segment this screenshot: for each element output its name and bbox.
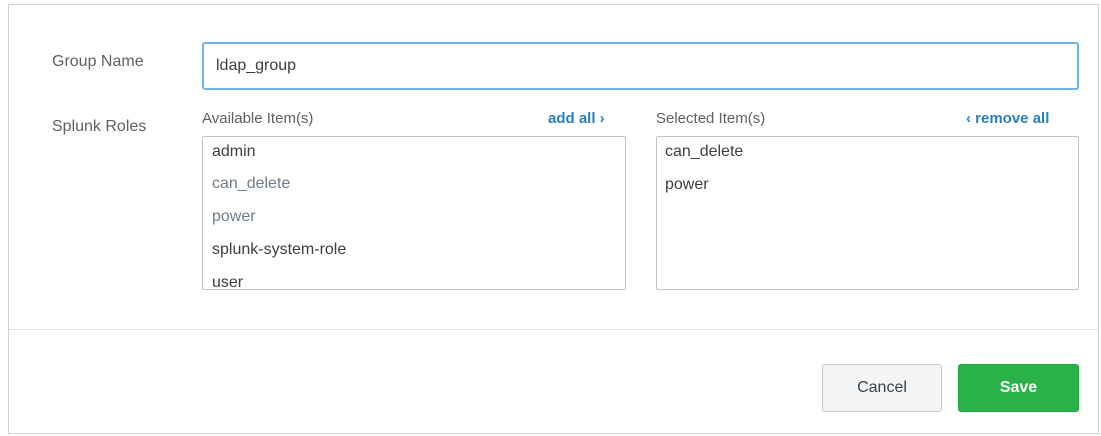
edit-group-dialog: Group Name Splunk Roles Available Item(s…: [8, 4, 1099, 434]
available-item-user[interactable]: user: [212, 274, 243, 289]
selected-item-power[interactable]: power: [665, 176, 709, 194]
splunk-roles-label: Splunk Roles: [52, 118, 147, 135]
selected-item-can-delete[interactable]: can_delete: [665, 143, 743, 161]
available-items-list[interactable]: admin can_delete power splunk-system-rol…: [202, 136, 626, 290]
cancel-button[interactable]: Cancel: [822, 364, 942, 412]
add-all-link[interactable]: add all ›: [548, 110, 605, 127]
available-item-power[interactable]: power: [212, 208, 256, 226]
group-name-label: Group Name: [52, 53, 144, 70]
selected-items-list[interactable]: can_delete power: [656, 136, 1079, 290]
available-item-can-delete[interactable]: can_delete: [212, 175, 290, 193]
footer-divider: [9, 329, 1098, 330]
save-button[interactable]: Save: [958, 364, 1079, 412]
available-items-header: Available Item(s): [202, 110, 314, 127]
available-item-splunk-system-role[interactable]: splunk-system-role: [212, 241, 346, 259]
group-name-input[interactable]: [202, 42, 1079, 90]
available-item-admin[interactable]: admin: [212, 143, 256, 161]
selected-items-header: Selected Item(s): [656, 110, 766, 127]
remove-all-link[interactable]: ‹ remove all: [966, 110, 1049, 127]
